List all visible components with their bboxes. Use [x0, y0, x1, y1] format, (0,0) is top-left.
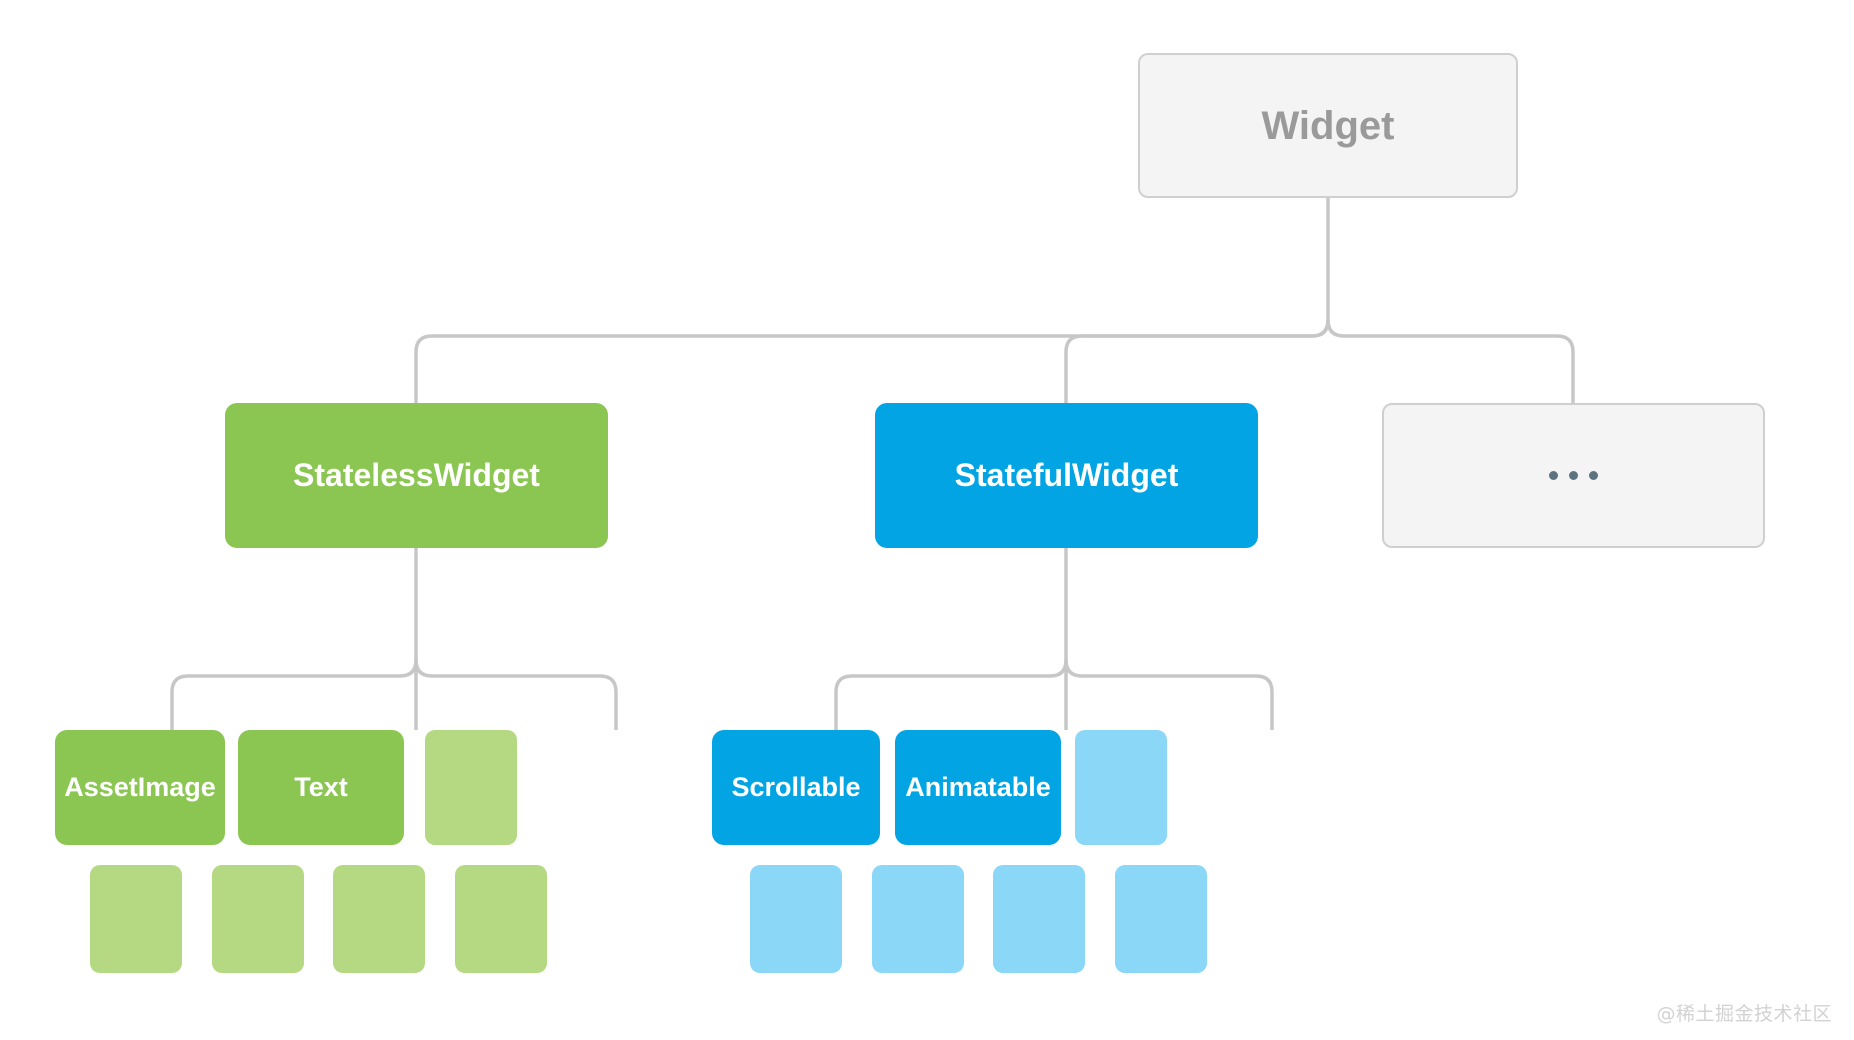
watermark: @稀土掘金技术社区: [1656, 1003, 1832, 1025]
node-leaf-green-3[interactable]: [333, 865, 425, 973]
node-statefulwidget-label: StatefulWidget: [954, 456, 1179, 493]
node-leaf-blue-4[interactable]: [1115, 865, 1207, 973]
edge-statelesswidget-placeholder: [414, 659, 618, 730]
node-leaf-blue-1[interactable]: [750, 865, 842, 973]
node-leaf-green-4[interactable]: [455, 865, 547, 973]
node-widget-label: Widget: [1261, 103, 1395, 148]
node-stateless-placeholder[interactable]: [425, 730, 517, 845]
edge-statelesswidget-assetimage: [170, 659, 418, 730]
node-statefulwidget[interactable]: StatefulWidget: [875, 403, 1258, 548]
diagram-canvas: Widget StatelessWidget StatefulWidget As…: [0, 0, 1854, 1040]
node-stateful-placeholder[interactable]: [1075, 730, 1167, 845]
edge-widget-ellipsis: [1326, 319, 1575, 403]
node-leaf-blue-2[interactable]: [872, 865, 964, 973]
node-leaf-blue-3[interactable]: [993, 865, 1085, 973]
node-statelesswidget[interactable]: StatelessWidget: [225, 403, 608, 548]
edge-widget-statefulwidget: [1064, 319, 1330, 403]
node-animatable[interactable]: Animatable: [895, 730, 1061, 845]
ellipsis-icon: [1549, 471, 1598, 480]
node-assetimage-label: AssetImage: [64, 771, 216, 802]
node-text-label: Text: [294, 771, 348, 802]
node-statelesswidget-label: StatelessWidget: [293, 456, 540, 493]
edge-widget-statelesswidget: [414, 319, 1330, 403]
node-leaf-green-2[interactable]: [212, 865, 304, 973]
node-assetimage[interactable]: AssetImage: [55, 730, 225, 845]
edge-statefulwidget-placeholder: [1064, 659, 1274, 730]
edge-statefulwidget-scrollable: [834, 659, 1068, 730]
node-animatable-label: Animatable: [905, 771, 1051, 802]
node-more-widgets[interactable]: [1382, 403, 1765, 548]
node-widget[interactable]: Widget: [1138, 53, 1518, 198]
node-text[interactable]: Text: [238, 730, 404, 845]
node-leaf-green-1[interactable]: [90, 865, 182, 973]
node-scrollable-label: Scrollable: [731, 771, 861, 802]
node-scrollable[interactable]: Scrollable: [712, 730, 880, 845]
